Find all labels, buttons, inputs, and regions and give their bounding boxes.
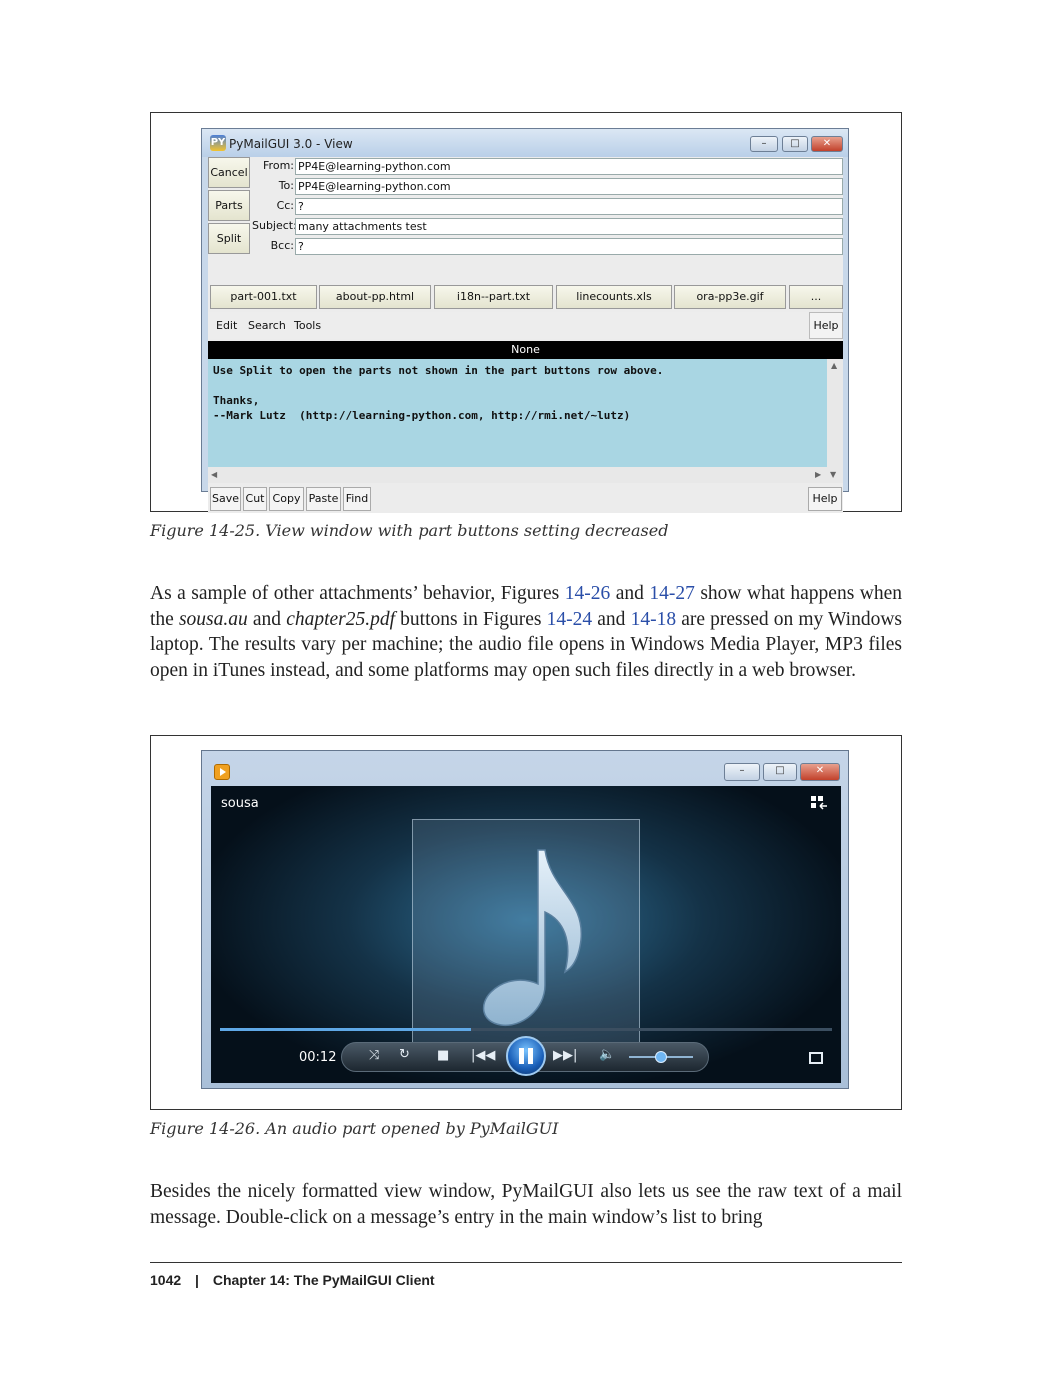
figure-caption-2: Figure 14-26. An audio part opened by Py…	[150, 1119, 559, 1138]
previous-icon[interactable]: |◀◀	[471, 1048, 495, 1063]
window-title: PyMailGUI 3.0 - View	[229, 137, 353, 151]
horizontal-scrollbar[interactable]: ◀ ▶ ▼	[208, 467, 843, 483]
figure-caption-1: Figure 14-25. View window with part butt…	[150, 521, 669, 540]
chapter-title: Chapter 14: The PyMailGUI Client	[212, 1272, 435, 1288]
cut-button[interactable]: Cut	[243, 487, 267, 511]
menu-search[interactable]: Search	[248, 319, 286, 332]
filename-chapter25: chapter25.pdf	[286, 608, 396, 630]
subject-label: Subject:	[252, 219, 297, 232]
paste-button[interactable]: Paste	[306, 487, 341, 511]
switch-to-library-icon[interactable]	[811, 796, 827, 810]
volume-icon[interactable]: 🔈	[599, 1047, 615, 1062]
bcc-label: Bcc:	[270, 239, 294, 252]
close-button[interactable]: ✕	[811, 136, 843, 152]
to-label: To:	[278, 179, 294, 192]
para1-text: and	[592, 608, 631, 630]
footer-separator: |	[195, 1272, 199, 1288]
scroll-down-icon[interactable]: ▼	[830, 470, 836, 479]
elapsed-time: 00:12	[299, 1050, 337, 1065]
close-button[interactable]: ✕	[800, 763, 840, 781]
media-player-icon	[214, 764, 230, 780]
maximize-button[interactable]: □	[782, 136, 808, 152]
stop-icon[interactable]: ■	[437, 1048, 449, 1063]
repeat-icon[interactable]: ↻	[399, 1047, 410, 1062]
maximize-button[interactable]: □	[763, 763, 797, 781]
menu-bar: Edit Search Tools Help	[208, 312, 843, 339]
help-menu-button[interactable]: Help	[809, 312, 843, 339]
scroll-left-icon[interactable]: ◀	[211, 470, 217, 479]
player-screen: sousa 00:12 ⤨ ↻ ■ |◀◀ ▶▶| 🔈	[211, 786, 841, 1083]
copy-button[interactable]: Copy	[269, 487, 304, 511]
shuffle-icon[interactable]: ⤨	[369, 1048, 379, 1063]
cancel-button[interactable]: Cancel	[208, 157, 250, 188]
para1-text: As a sample of other attachments’ behavi…	[150, 583, 565, 604]
split-button[interactable]: Split	[208, 223, 250, 254]
body-paragraph-1: As a sample of other attachments’ behavi…	[150, 581, 902, 683]
save-button[interactable]: Save	[210, 487, 241, 511]
part-button-1[interactable]: part-001.txt	[210, 285, 317, 309]
python-logo-icon: PY	[210, 135, 226, 151]
fullscreen-icon[interactable]	[809, 1052, 823, 1064]
scroll-right-icon[interactable]: ▶	[815, 470, 821, 479]
para1-text: and	[247, 608, 287, 630]
pymailgui-window: PY PyMailGUI 3.0 - View – □ ✕ Cancel Par…	[201, 128, 849, 513]
figure-link-14-24[interactable]: 14-24	[547, 609, 593, 630]
menu-edit[interactable]: Edit	[216, 319, 237, 332]
part-button-2[interactable]: about-pp.html	[319, 285, 431, 309]
more-parts-button[interactable]: ...	[789, 285, 843, 309]
music-note-icon	[482, 849, 582, 1026]
parts-button[interactable]: Parts	[208, 190, 250, 221]
subject-field[interactable]: many attachments test	[295, 218, 843, 235]
pause-button[interactable]	[506, 1036, 546, 1076]
page-number: 1042	[150, 1272, 182, 1288]
bcc-field[interactable]: ?	[295, 238, 843, 255]
cc-label: Cc:	[276, 199, 294, 212]
cc-field[interactable]: ?	[295, 198, 843, 215]
footer-rule	[150, 1262, 902, 1263]
seek-progress	[220, 1028, 471, 1031]
album-art-frame	[412, 819, 640, 1049]
message-body[interactable]: Use Split to open the parts not shown in…	[208, 359, 827, 467]
volume-knob[interactable]	[655, 1051, 667, 1063]
find-button[interactable]: Find	[343, 487, 371, 511]
to-field[interactable]: PP4E@learning-python.com	[295, 178, 843, 195]
para1-text: and	[610, 583, 650, 604]
scroll-up-icon[interactable]: ▲	[831, 361, 837, 370]
part-button-5[interactable]: ora-pp3e.gif	[674, 285, 786, 309]
figure-link-14-27[interactable]: 14-27	[649, 583, 695, 604]
view-body: Cancel Parts Split From: PP4E@learning-p…	[208, 157, 843, 513]
track-title: sousa	[221, 796, 259, 811]
status-bar: None	[208, 341, 843, 359]
figure-link-14-18[interactable]: 14-18	[631, 609, 677, 630]
media-player-window: – □ ✕ sousa 00:12 ⤨ ↻ ■ |◀◀ ▶▶| 🔈	[201, 750, 849, 1089]
from-field[interactable]: PP4E@learning-python.com	[295, 158, 843, 175]
para1-text: buttons in Figures	[395, 608, 547, 630]
minimize-button[interactable]: –	[750, 136, 778, 152]
menu-tools[interactable]: Tools	[294, 319, 321, 332]
body-paragraph-2: Besides the nicely formatted view window…	[150, 1181, 902, 1228]
from-label: From:	[263, 159, 294, 172]
next-icon[interactable]: ▶▶|	[553, 1048, 577, 1063]
title-bar: PY PyMailGUI 3.0 - View – □ ✕	[202, 129, 848, 157]
figure-link-14-26[interactable]: 14-26	[565, 583, 611, 604]
page-footer: 1042 | Chapter 14: The PyMailGUI Client	[150, 1272, 435, 1288]
filename-sousa: sousa.au	[178, 608, 248, 630]
minimize-button[interactable]: –	[724, 763, 760, 781]
part-button-4[interactable]: linecounts.xls	[556, 285, 672, 309]
vertical-scrollbar[interactable]: ▲	[827, 359, 843, 467]
help-button[interactable]: Help	[808, 487, 842, 511]
seek-bar[interactable]	[220, 1028, 832, 1031]
toolbar: Save Cut Copy Paste Find Help	[208, 485, 843, 513]
part-button-3[interactable]: i18n--part.txt	[434, 285, 553, 309]
